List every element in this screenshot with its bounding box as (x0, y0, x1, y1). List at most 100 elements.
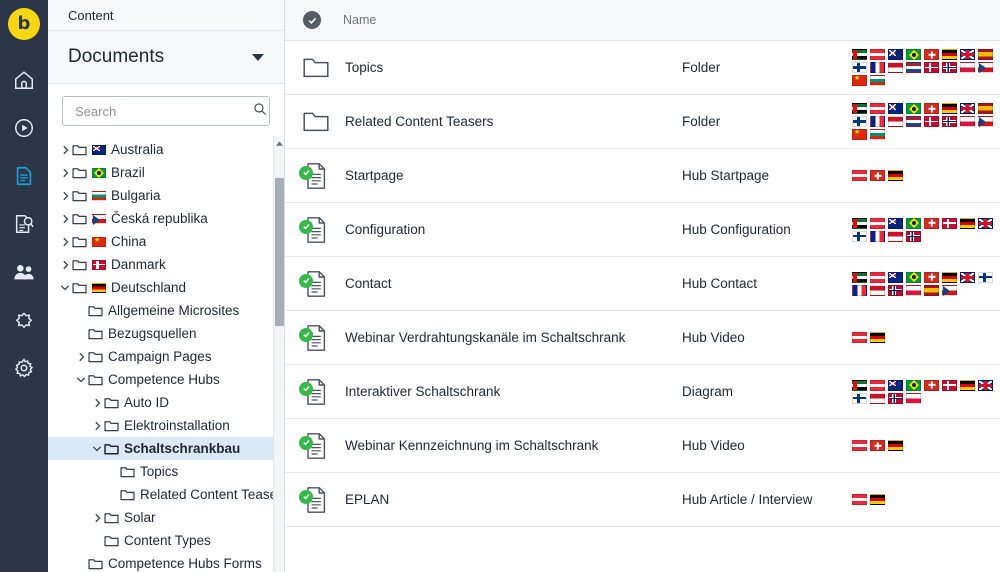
scroll-up-arrow-icon[interactable] (274, 136, 284, 150)
chevron-right-icon[interactable] (58, 145, 72, 155)
tree-node-content-types[interactable]: Content Types (48, 529, 284, 552)
flag-gb-icon (978, 379, 993, 391)
table-row[interactable]: Contact Hub Contact (285, 257, 1000, 311)
chevron-right-icon[interactable] (58, 214, 72, 224)
search-input[interactable] (73, 102, 253, 120)
nav-item-extensions[interactable] (0, 296, 48, 344)
tree-node-campaign-pages[interactable]: Campaign Pages (48, 345, 284, 368)
chevron-down-icon[interactable] (252, 53, 264, 61)
app-logo[interactable]: b (8, 8, 40, 40)
table-row[interactable]: Topics Folder (285, 41, 1000, 95)
flag-at-icon (870, 271, 885, 283)
tree-node-esk-republika[interactable]: Česká republika (48, 207, 284, 230)
tree-node-brazil[interactable]: Brazil (48, 161, 284, 184)
chevron-down-icon[interactable] (90, 445, 104, 452)
chevron-down-icon[interactable] (58, 284, 72, 291)
tree-scrollbar-thumb[interactable] (275, 178, 284, 326)
tree-header[interactable]: Documents (48, 31, 284, 84)
tree-node-allgemeine-microsites[interactable]: Allgemeine Microsites (48, 299, 284, 322)
flag-gb-icon (960, 103, 975, 114)
flag-at-icon (852, 440, 867, 451)
table-row[interactable]: Configuration Hub Configuration (285, 203, 1000, 257)
flag-dk-icon (924, 116, 939, 127)
tree-node-related-content-teasers[interactable]: Related Content Teasers (48, 483, 284, 506)
flag-dk-icon (942, 217, 957, 229)
row-type: Diagram (682, 384, 734, 399)
flag-fi-icon (852, 62, 867, 73)
flag-detail (889, 285, 902, 295)
tree-node-bulgaria[interactable]: Bulgaria (48, 184, 284, 207)
users-icon (12, 261, 36, 283)
chevron-right-icon[interactable] (90, 421, 104, 431)
nav-item-home[interactable] (0, 56, 48, 104)
tree-node-label: Brazil (111, 165, 145, 180)
flag-cz-icon (978, 116, 993, 127)
chevron-right-icon[interactable] (58, 260, 72, 270)
row-name[interactable]: Webinar Kennzeichnung im Schaltschrank (345, 438, 682, 453)
tree-node-auto-id[interactable]: Auto ID (48, 391, 284, 414)
chevron-right-icon[interactable] (74, 352, 88, 362)
tree-node-label: Topics (140, 464, 179, 479)
flag-detail (889, 393, 902, 403)
row-name[interactable]: Configuration (345, 222, 682, 237)
search-icon[interactable] (253, 102, 267, 121)
flag-dk-icon (942, 379, 957, 391)
table-row[interactable]: EPLAN Hub Article / Interview (285, 473, 1000, 527)
tree-node-label: Competence Hubs Forms (108, 556, 262, 571)
tree-node-china[interactable]: China (48, 230, 284, 253)
flag-es-icon (924, 284, 939, 296)
tree-node-competence-hubs-forms[interactable]: Competence Hubs Forms (48, 552, 284, 572)
nav-item-content[interactable] (0, 152, 48, 200)
chevron-down-icon[interactable] (74, 376, 88, 383)
nav-item-search-documents[interactable] (0, 200, 48, 248)
tree-node-australia[interactable]: Australia (48, 138, 284, 161)
search-box[interactable] (62, 96, 270, 126)
row-name[interactable]: Webinar Verdrahtungskanäle im Schaltschr… (345, 330, 682, 345)
tree-node-elektroinstallation[interactable]: Elektroinstallation (48, 414, 284, 437)
flag-de-icon (888, 170, 903, 181)
chevron-right-icon[interactable] (58, 168, 72, 178)
table-row[interactable]: Startpage Hub Startpage (285, 149, 1000, 203)
row-name[interactable]: Startpage (345, 168, 682, 183)
document-approved-icon (299, 270, 333, 298)
table-row[interactable]: Webinar Verdrahtungskanäle im Schaltschr… (285, 311, 1000, 365)
row-locale-flags (852, 103, 1000, 140)
chevron-right-icon[interactable] (90, 398, 104, 408)
tree-node-label: Auto ID (124, 395, 170, 410)
nav-item-media[interactable] (0, 104, 48, 152)
chevron-right-icon[interactable] (58, 237, 72, 247)
tree-scroll-area[interactable]: Australia Brazil Bulgaria Česká republika Ch… (48, 136, 284, 572)
table-row[interactable]: Webinar Kennzeichnung im Schaltschrank Hu… (285, 419, 1000, 473)
tree-list: Australia Brazil Bulgaria Česká republika Ch… (48, 138, 284, 572)
table-row[interactable]: Related Content Teasers Folder (285, 95, 1000, 149)
tree-node-topics[interactable]: Topics (48, 460, 284, 483)
flag-br-icon (906, 271, 921, 283)
nav-item-users[interactable] (0, 248, 48, 296)
flag-no-icon (942, 62, 957, 73)
flag-fi-icon (852, 116, 867, 127)
tree-node-danmark[interactable]: Danmark (48, 253, 284, 276)
column-header-name[interactable]: Name (343, 13, 376, 27)
folder-icon (88, 305, 104, 317)
document-icon (13, 165, 35, 187)
row-name[interactable]: Topics (345, 60, 682, 75)
row-name[interactable]: Related Content Teasers (345, 114, 682, 129)
flag-au-icon (92, 144, 106, 155)
tree-node-solar[interactable]: Solar (48, 506, 284, 529)
chevron-right-icon[interactable] (58, 191, 72, 201)
row-name[interactable]: EPLAN (345, 492, 682, 507)
tree-scrollbar[interactable] (273, 136, 284, 572)
flag-bg-icon (92, 190, 106, 201)
select-all-checkbox-icon[interactable] (303, 11, 321, 29)
folder-icon (88, 558, 104, 570)
chevron-right-icon[interactable] (90, 513, 104, 523)
tree-node-bezugsquellen[interactable]: Bezugsquellen (48, 322, 284, 345)
row-name[interactable]: Contact (345, 276, 682, 291)
tree-node-label: Deutschland (111, 280, 187, 295)
table-row[interactable]: Interaktiver Schaltschrank Diagram (285, 365, 1000, 419)
tree-node-schaltschrankbau[interactable]: Schaltschrankbau (48, 437, 284, 460)
tree-node-competence-hubs[interactable]: Competence Hubs (48, 368, 284, 391)
row-name[interactable]: Interaktiver Schaltschrank (345, 384, 682, 399)
tree-node-deutschland[interactable]: Deutschland (48, 276, 284, 299)
nav-item-settings[interactable] (0, 344, 48, 392)
